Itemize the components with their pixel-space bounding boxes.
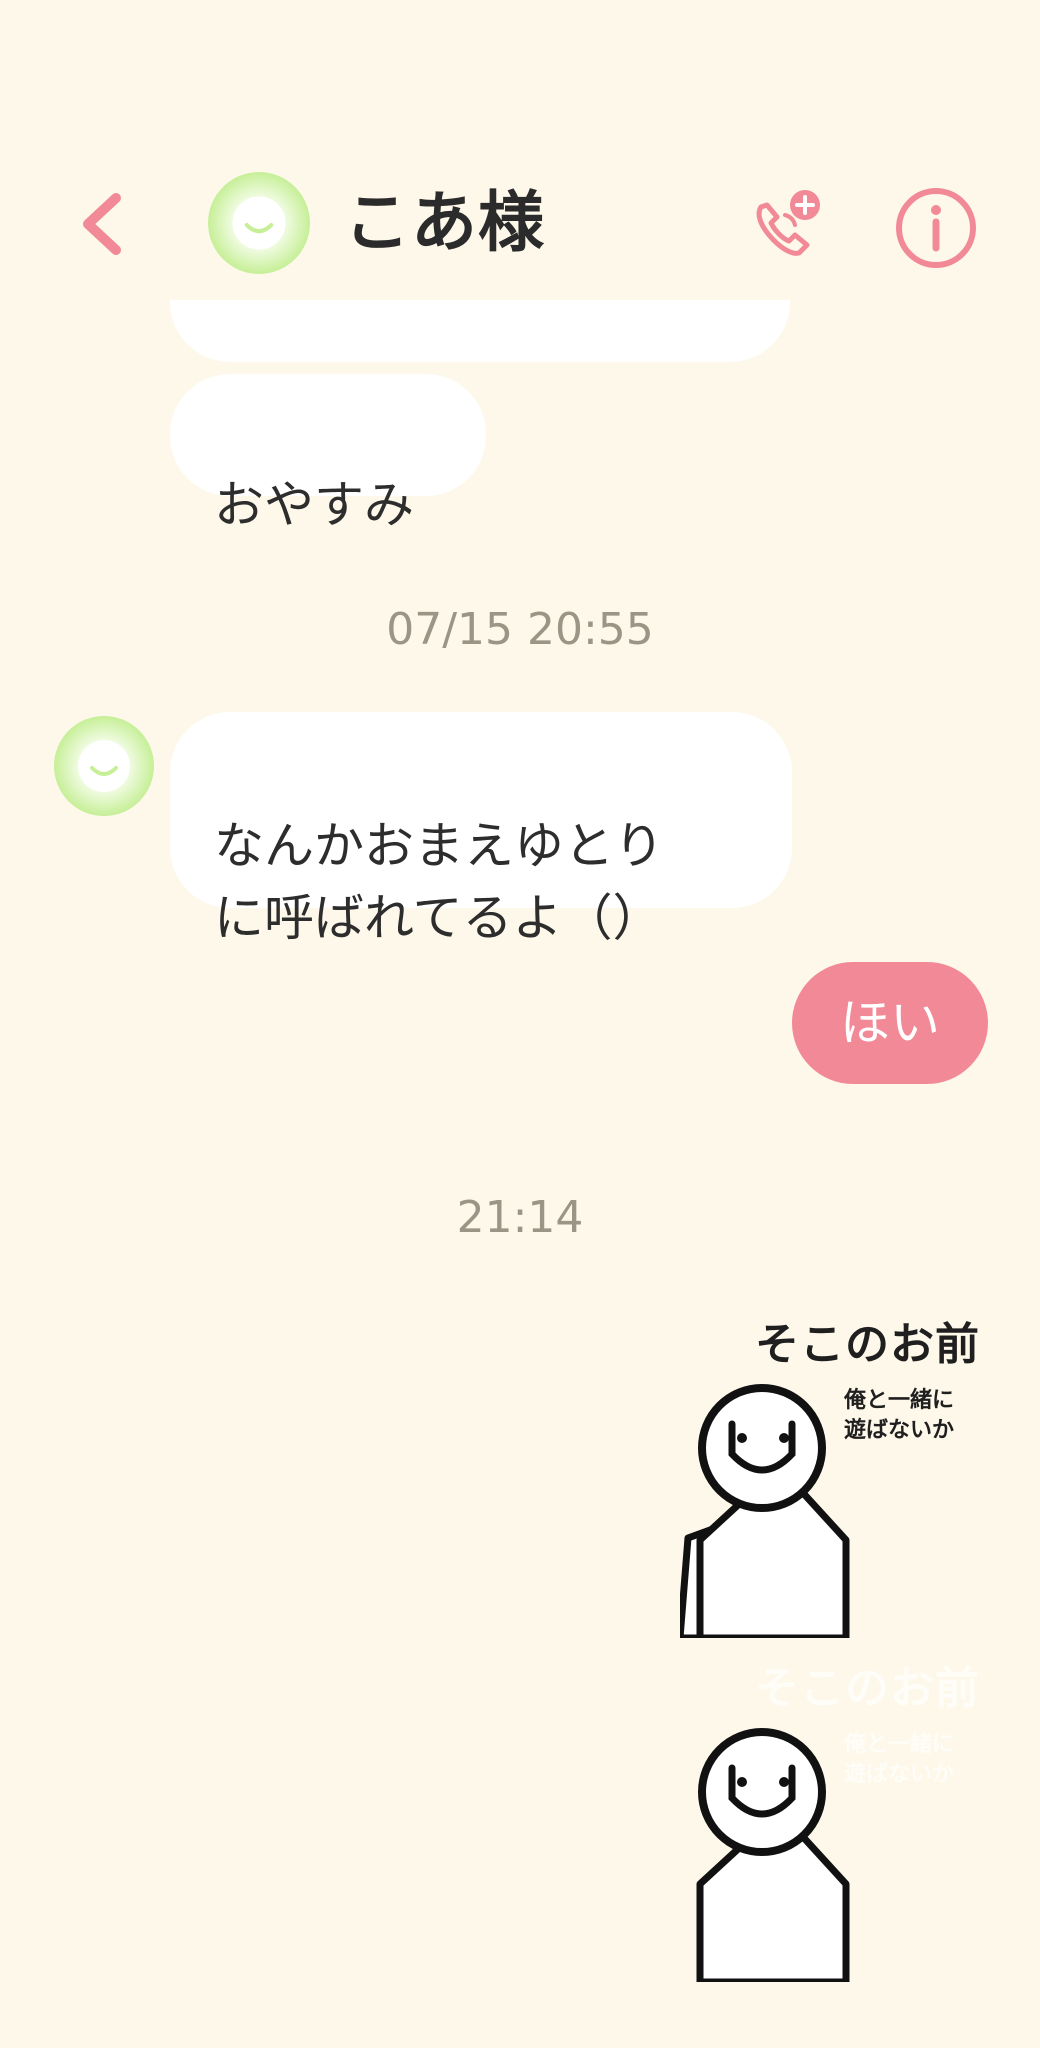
message-text: なんかおまえゆとり に呼ばれてるよ（） <box>214 817 664 947</box>
smiling-stick-figure-icon <box>680 1384 850 1638</box>
message-text: ほい <box>840 994 940 1052</box>
sticker-message[interactable]: そこのお前 俺と一緒に 遊ばないか <box>680 1308 980 1638</box>
smile-avatar-icon <box>208 172 310 274</box>
contact-avatar[interactable] <box>52 714 156 818</box>
back-button[interactable] <box>72 182 132 266</box>
message-timestamp: 07/15 20:55 <box>386 604 654 655</box>
message-bubble-outgoing[interactable]: ほい <box>792 962 988 1084</box>
chat-screen: た おやすみ 07/15 20:55 なんかおまえゆとり に呼ばれてるよ（） ほ… <box>0 0 1040 2048</box>
info-button[interactable] <box>888 180 984 276</box>
chevron-left-icon <box>83 193 121 255</box>
info-circle-icon <box>896 188 976 268</box>
smile-avatar-icon <box>54 716 154 816</box>
message-bubble[interactable]: なんかおまえゆとり に呼ばれてるよ（） <box>170 712 792 947</box>
message-text: おやすみ <box>214 476 414 534</box>
message-timestamp: 21:14 <box>456 1192 584 1243</box>
message-bubble[interactable]: おやすみ <box>170 374 486 534</box>
phone-plus-icon <box>756 190 820 256</box>
chat-header: こあ様 <box>0 150 1040 300</box>
smiling-stick-figure-icon <box>696 1728 850 1982</box>
chat-title: こあ様 <box>344 184 545 261</box>
call-button[interactable] <box>742 182 832 272</box>
sticker-message[interactable]: そこのお前 俺と一緒に 遊ばないか <box>680 1652 980 1982</box>
contact-avatar[interactable] <box>206 170 312 276</box>
